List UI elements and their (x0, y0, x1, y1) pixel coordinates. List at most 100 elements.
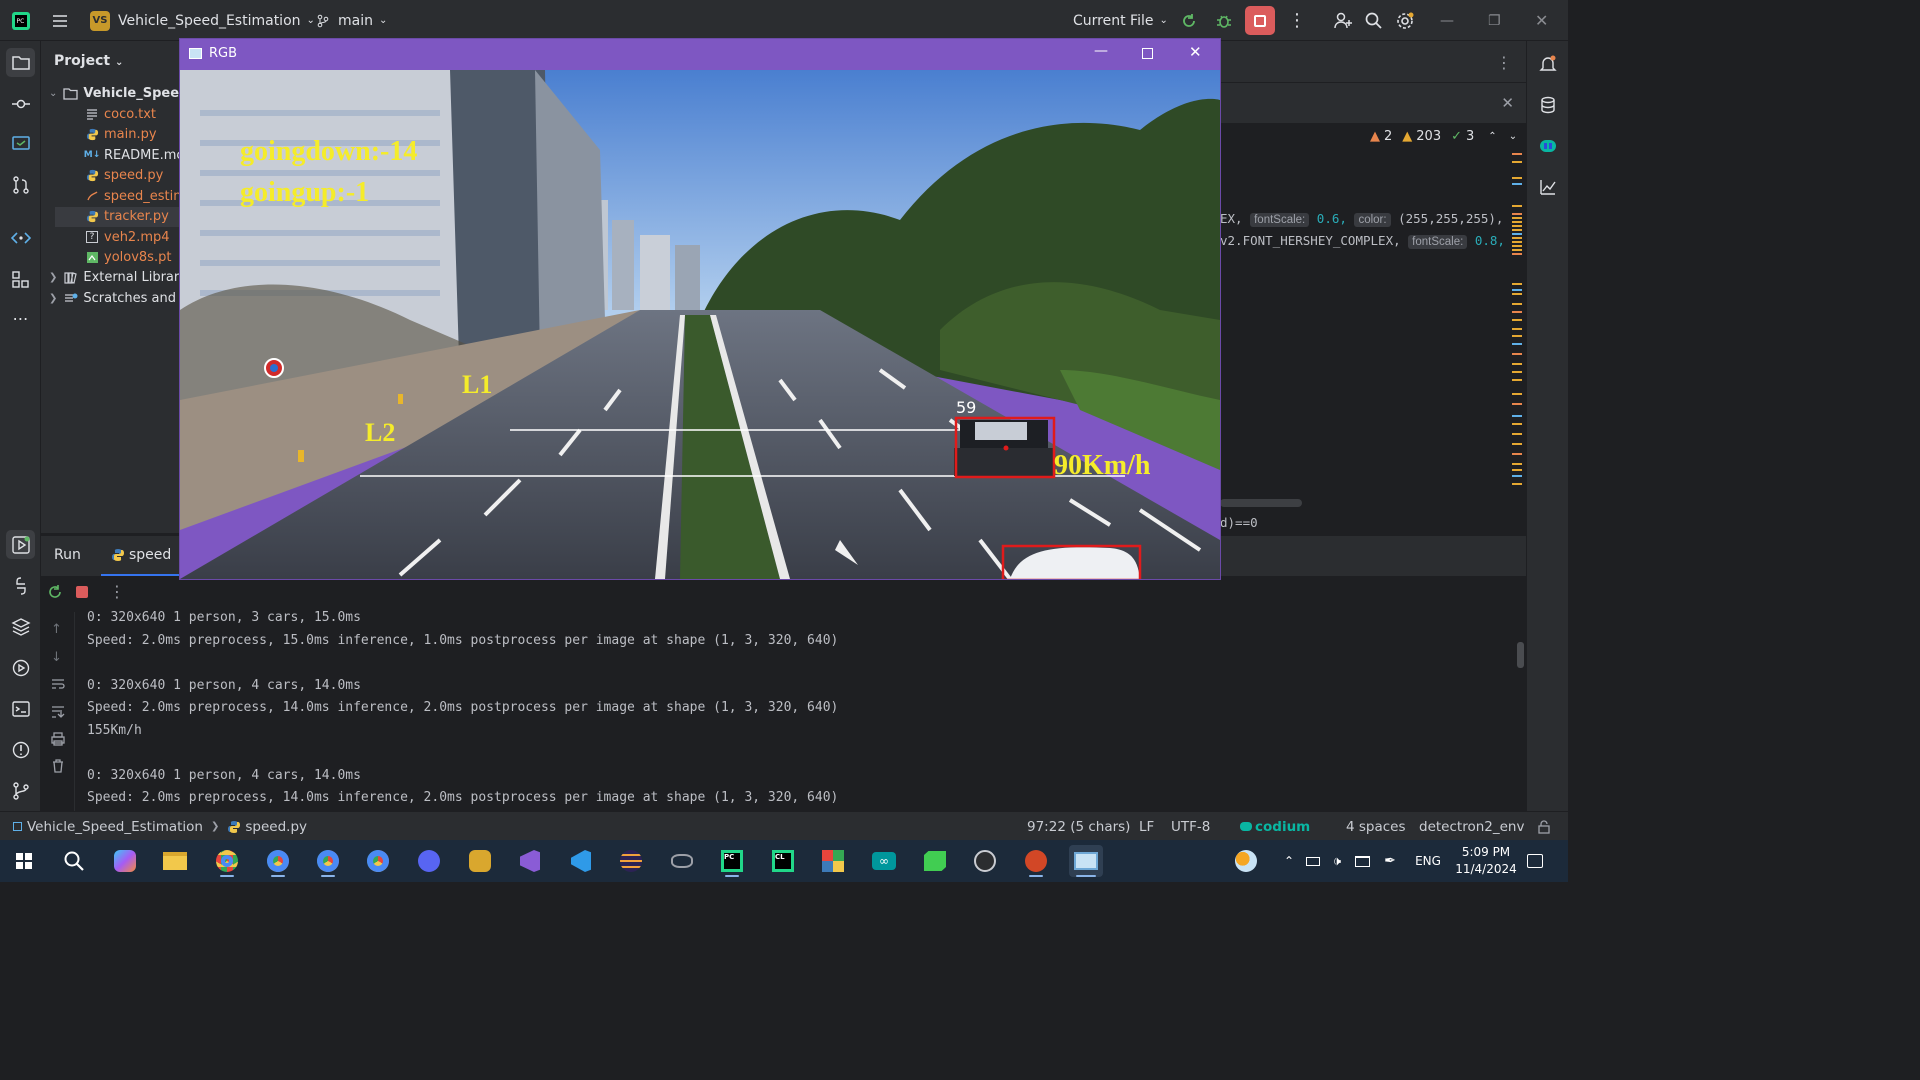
version-control-icon[interactable] (6, 776, 35, 805)
console-scrollbar[interactable] (1517, 642, 1524, 668)
indent-setting[interactable]: 4 spaces (1346, 812, 1406, 841)
pineapple-app-icon[interactable] (463, 845, 497, 877)
powerpoint-icon[interactable] (1019, 845, 1053, 877)
file-encoding[interactable]: UTF-8 (1171, 812, 1210, 841)
settings-gear-icon[interactable] (1395, 0, 1415, 41)
python-window-icon[interactable] (1069, 845, 1103, 877)
error-stripe[interactable] (1512, 153, 1522, 493)
scroll-to-end-icon[interactable] (50, 704, 66, 724)
battery-icon[interactable] (1302, 845, 1324, 877)
tree-file-item[interactable]: tracker.py (55, 206, 181, 227)
vscode-icon[interactable] (564, 845, 598, 877)
chevron-up-icon[interactable]: ⌃ (1488, 131, 1496, 142)
database-icon[interactable] (1533, 90, 1562, 119)
python-interpreter[interactable]: detectron2_env (1419, 812, 1524, 841)
scroll-down-icon[interactable]: ↓ (51, 650, 62, 665)
tree-file-item[interactable]: ? veh2.mp4 (85, 227, 170, 247)
run-config-selector[interactable]: Current File ⌄ (1073, 0, 1168, 41)
close-icon[interactable]: ✕ (1501, 94, 1514, 112)
stop-button[interactable] (1245, 6, 1275, 35)
add-user-icon[interactable] (1333, 0, 1353, 41)
code-with-me-icon[interactable] (6, 223, 35, 252)
restore-window-icon[interactable]: ❐ (1488, 0, 1501, 41)
maximize-icon[interactable] (1142, 48, 1153, 59)
clion-icon[interactable]: CL (766, 845, 800, 877)
tree-root-folder[interactable]: ⌄ Vehicle_Spee (49, 83, 179, 103)
discord-icon[interactable] (412, 845, 446, 877)
codeium-status[interactable]: codium (1240, 812, 1310, 841)
notification-center-icon[interactable] (1520, 845, 1550, 877)
search-icon[interactable] (57, 845, 91, 877)
clock[interactable]: 5:09 PM 11/4/2024 (1448, 844, 1524, 878)
python-console-icon[interactable] (6, 571, 35, 600)
pycharm-logo-icon[interactable]: PC (11, 0, 31, 41)
lock-icon[interactable] (1537, 812, 1551, 841)
stop-icon[interactable] (76, 586, 88, 598)
python-packages-icon[interactable] (6, 612, 35, 641)
eclipse-icon[interactable] (614, 845, 648, 877)
minimize-icon[interactable]: — (1094, 43, 1108, 59)
learn-icon[interactable] (6, 129, 35, 158)
problems-icon[interactable] (6, 735, 35, 764)
show-hidden-icons-icon[interactable]: ⌃ (1278, 845, 1300, 877)
editor-options-icon[interactable]: ⋮ (1496, 53, 1512, 72)
pycharm-taskbar-icon[interactable]: PC (715, 845, 749, 877)
close-icon[interactable]: ✕ (1189, 43, 1202, 61)
project-selector[interactable]: VS Vehicle_Speed_Estimation ⌄ (90, 0, 315, 41)
code-line-3[interactable]: d)==0 (1220, 515, 1258, 530)
codeium-icon[interactable] (1533, 131, 1562, 160)
copilot-icon[interactable] (108, 845, 142, 877)
tree-file-item[interactable]: M↓ README.mc (84, 145, 184, 165)
arduino-icon[interactable]: ∞ (867, 845, 901, 877)
project-panel-title[interactable]: Project ⌄ (54, 53, 123, 69)
rgb-video-window[interactable]: RGB — ✕ goingdown:-14 goingup:-1 L1 L2 5… (179, 38, 1221, 580)
language-indicator[interactable]: ENG (1410, 845, 1446, 877)
terminal-icon[interactable] (6, 694, 35, 723)
commit-icon[interactable] (6, 89, 35, 118)
network-icon[interactable] (1351, 845, 1373, 877)
tree-file-item[interactable]: speed_estin (85, 186, 182, 206)
close-window-icon[interactable]: ✕ (1535, 0, 1548, 41)
search-icon[interactable] (1364, 0, 1384, 41)
breadcrumb[interactable]: Vehicle_Speed_Estimation ❯ speed.py (13, 812, 307, 841)
project-folder-icon[interactable] (6, 48, 35, 77)
main-menu-icon[interactable] (50, 0, 70, 41)
windows-start-icon[interactable] (7, 845, 41, 877)
tree-external-libraries[interactable]: ❯ External Librar (49, 267, 179, 287)
rgb-window-titlebar[interactable]: RGB — ✕ (180, 39, 1220, 70)
print-icon[interactable] (50, 731, 66, 751)
services-icon[interactable] (6, 653, 35, 682)
rerun-icon[interactable] (1180, 0, 1198, 41)
chrome-profile-icon[interactable] (311, 845, 345, 877)
tab-speed[interactable]: speed (101, 536, 182, 576)
tree-file-item[interactable]: coco.txt (85, 104, 156, 124)
chrome-icon[interactable] (210, 845, 244, 877)
qt-creator-icon[interactable] (918, 845, 952, 877)
tab-run[interactable]: Run (54, 547, 81, 563)
branch-selector[interactable]: main ⌄ (316, 0, 387, 41)
tree-file-item[interactable]: yolov8s.pt (85, 248, 171, 268)
run-tool-icon[interactable] (6, 530, 35, 559)
line-separator[interactable]: LF (1139, 812, 1154, 841)
chevron-down-icon[interactable]: ⌄ (1509, 131, 1517, 142)
horizontal-scrollbar[interactable] (1220, 499, 1302, 507)
chrome-profile-icon[interactable] (261, 845, 295, 877)
office-app-icon[interactable] (816, 845, 850, 877)
tree-file-item[interactable]: main.py (85, 125, 157, 145)
scientific-view-icon[interactable] (1533, 172, 1562, 201)
soft-wrap-icon[interactable] (50, 676, 66, 696)
drone-app-icon[interactable] (665, 845, 699, 877)
chrome-profile-icon[interactable] (361, 845, 395, 877)
tree-scratches[interactable]: ❯ Scratches and (49, 288, 176, 308)
obs-icon[interactable] (968, 845, 1002, 877)
code-line-2[interactable]: v2.FONT_HERSHEY_COMPLEX, fontScale: 0.8, (1220, 233, 1505, 249)
pen-icon[interactable]: ✒ (1378, 845, 1402, 877)
tree-file-item[interactable]: speed.py (85, 166, 163, 186)
visual-studio-icon[interactable] (513, 845, 547, 877)
more-options-icon[interactable]: ⋮ (109, 582, 125, 601)
more-actions-icon[interactable]: ⋮ (1288, 0, 1306, 41)
more-tools-icon[interactable]: ⋯ (6, 304, 35, 333)
rerun-icon[interactable] (47, 584, 63, 604)
structure-icon[interactable] (6, 264, 35, 293)
caret-position[interactable]: 97:22 (5 chars) (1027, 812, 1130, 841)
